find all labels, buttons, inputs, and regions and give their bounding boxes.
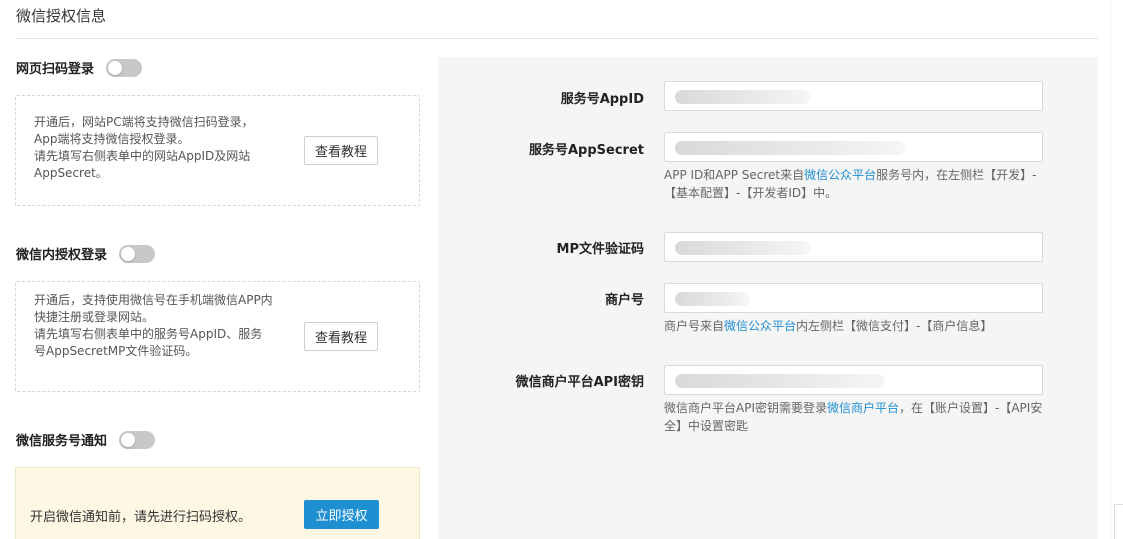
hint-text: APP ID和APP Secret来自 (664, 168, 805, 182)
scroll-corner (1114, 504, 1123, 539)
wechat-inapp-login-toggle[interactable] (119, 244, 156, 263)
masked-value (675, 374, 885, 388)
wechat-inapp-login-panel: 开通后，支持使用微信号在手机端微信APP内 快捷注册或登录网站。 请先填写右侧表… (15, 281, 420, 392)
page-scrollbar[interactable] (1110, 0, 1123, 539)
title-divider (16, 38, 1098, 39)
service-notify-notice-text: 开启微信通知前，请先进行扫码授权。 (30, 510, 252, 525)
appsecret-hint: APP ID和APP Secret来自微信公众平台服务号内，在左侧栏【开发】-【… (664, 166, 1044, 202)
appsecret-label: 服务号AppSecret (528, 143, 644, 158)
toggle-knob (121, 246, 136, 261)
masked-value (675, 90, 810, 104)
wechat-mp-link[interactable]: 微信公众平台 (804, 168, 876, 182)
page-title: 微信授权信息 (16, 7, 107, 25)
wechat-merchant-platform-link[interactable]: 微信商户平台 (827, 401, 899, 415)
api-key-input[interactable] (664, 365, 1043, 395)
toggle-knob (121, 432, 136, 447)
mp-code-input[interactable] (664, 232, 1043, 262)
wechat-inapp-tutorial-button[interactable]: 查看教程 (304, 322, 378, 351)
service-notify-notice: 开启微信通知前，请先进行扫码授权。 立即授权 (15, 467, 420, 539)
merchant-id-input[interactable] (664, 283, 1043, 313)
hint-text: 商户号来自 (664, 319, 725, 333)
toggle-knob (108, 60, 123, 75)
wechat-inapp-login-label: 微信内授权登录 (16, 248, 108, 263)
web-scan-tutorial-button[interactable]: 查看教程 (304, 136, 378, 165)
wechat-inapp-login-description: 开通后，支持使用微信号在手机端微信APP内 快捷注册或登录网站。 请先填写右侧表… (34, 293, 273, 358)
masked-value (675, 241, 810, 255)
masked-value (675, 141, 905, 155)
hint-text: 内左侧栏【微信支付】-【商户信息】 (796, 319, 993, 333)
hint-text: 微信商户平台API密钥需要登录 (664, 401, 827, 415)
web-scan-login-label: 网页扫码登录 (16, 62, 95, 77)
web-scan-login-toggle[interactable] (106, 58, 143, 77)
appsecret-input[interactable] (664, 132, 1043, 162)
web-scan-login-description: 开通后，网站PC端将支持微信扫码登录， App端将支持微信授权登录。 请先填写右… (34, 115, 254, 180)
mp-code-label: MP文件验证码 (556, 242, 644, 257)
appid-label: 服务号AppID (560, 92, 644, 107)
service-notify-header: 微信服务号通知 (16, 430, 156, 449)
service-notify-toggle[interactable] (119, 430, 156, 449)
appid-input[interactable] (664, 81, 1043, 111)
web-scan-login-panel: 开通后，网站PC端将支持微信扫码登录， App端将支持微信授权登录。 请先填写右… (15, 95, 420, 206)
masked-value (675, 292, 750, 306)
wechat-mp-link[interactable]: 微信公众平台 (724, 319, 796, 333)
authorize-now-button[interactable]: 立即授权 (304, 500, 379, 529)
api-key-label: 微信商户平台API密钥 (515, 375, 644, 390)
api-key-hint: 微信商户平台API密钥需要登录微信商户平台，在【账户设置】-【API安全】中设置… (664, 399, 1044, 435)
service-notify-label: 微信服务号通知 (16, 434, 108, 449)
web-scan-login-header: 网页扫码登录 (16, 58, 143, 77)
merchant-id-hint: 商户号来自微信公众平台内左侧栏【微信支付】-【商户信息】 (664, 317, 1044, 335)
merchant-id-label: 商户号 (604, 293, 644, 308)
wechat-inapp-login-header: 微信内授权登录 (16, 244, 156, 263)
